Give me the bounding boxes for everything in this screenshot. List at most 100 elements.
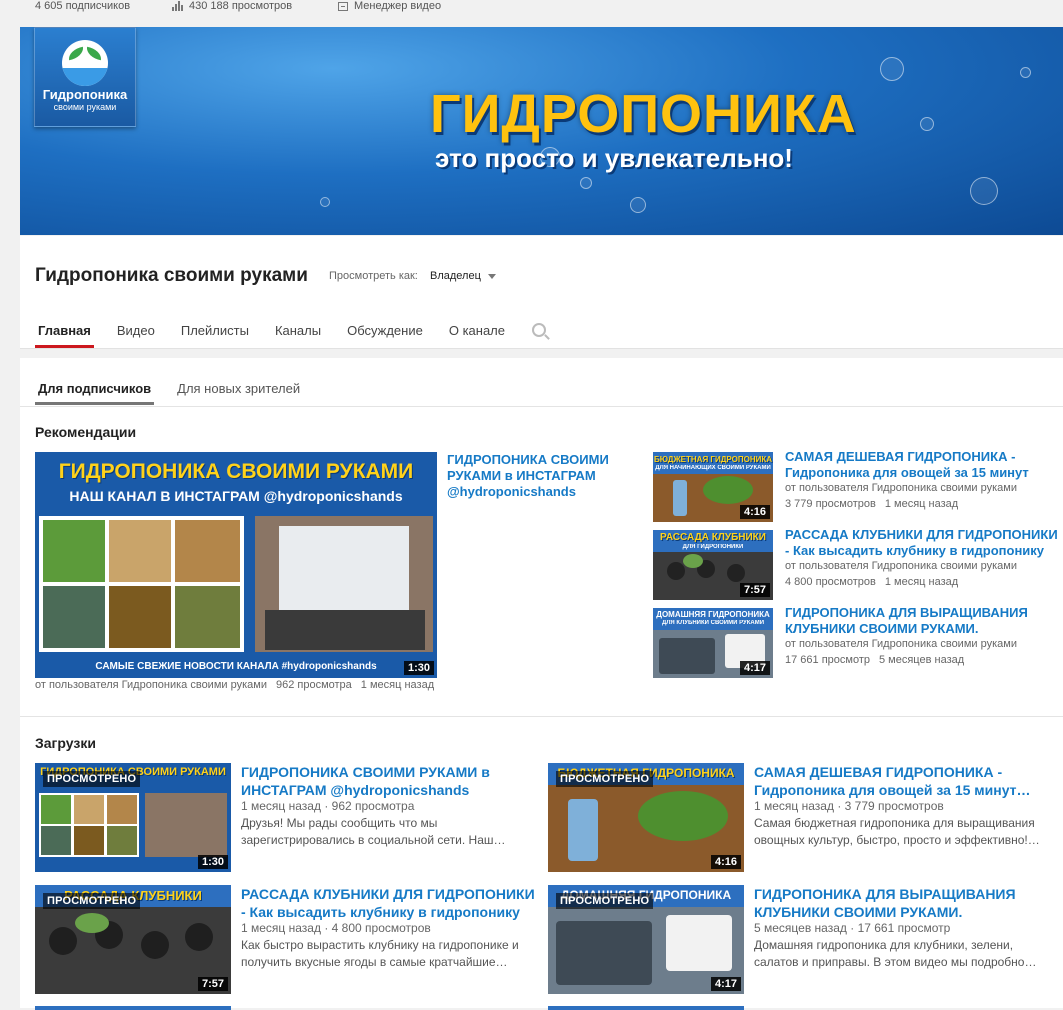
view-count-text: 430 188 просмотров <box>189 0 293 12</box>
banner-bubble <box>920 117 934 131</box>
view-as-dropdown[interactable]: Владелец <box>430 270 496 282</box>
video-description: Домашняя гидропоника для клубники, зелен… <box>754 938 1037 969</box>
thumb-bottom-text: САМЫЕ СВЕЖИЕ НОВОСТИ КАНАЛА #hydroponics… <box>95 661 377 672</box>
video-duration: 4:17 <box>739 661 770 675</box>
rec-video-title[interactable]: РАССАДА КЛУБНИКИ ДЛЯ ГИДРОПОНИКИ - Как в… <box>785 527 1063 559</box>
tab-about[interactable]: О канале <box>446 317 508 348</box>
video-age: 1 месяц назад <box>241 799 321 813</box>
tab-discussion[interactable]: Обсуждение <box>344 317 426 348</box>
featured-video-thumbnail[interactable]: ГИДРОПОНИКА СВОИМИ РУКАМИ НАШ КАНАЛ В ИН… <box>35 452 437 678</box>
logo-text-line1: Гидропоника <box>42 87 128 102</box>
search-icon[interactable] <box>532 323 546 337</box>
video-duration: 4:17 <box>710 977 741 991</box>
featured-video-meta: от пользователя Гидропоника своими рукам… <box>35 679 434 691</box>
banner-title: ГИДРОПОНИКА <box>430 84 857 144</box>
watched-badge: ПРОСМОТРЕНО <box>43 893 141 909</box>
tab-videos[interactable]: Видео <box>114 317 158 348</box>
thumb-title-text: ГИДРОПОНИКА СВОИМИ РУКАМИ <box>58 460 414 483</box>
upload-video-thumbnail[interactable]: БЮДЖЕТНАЯ ГИДРОПОНИКА ПРОСМОТРЕНО 4:16 <box>548 763 744 872</box>
channel-content: Для подписчиков Для новых зрителей Реком… <box>20 358 1063 1010</box>
video-manager-icon <box>338 1 348 11</box>
recommendations-title: Рекомендации <box>35 424 137 440</box>
video-age: 5 месяцев назад <box>879 654 965 666</box>
video-stats: 1 месяц назад · 4 800 просмотров <box>241 921 431 935</box>
video-manager-link[interactable]: Менеджер видео <box>338 0 441 12</box>
chevron-down-icon <box>487 273 496 279</box>
video-views: 3 779 просмотров <box>785 498 876 510</box>
subscriber-count-text: 4 605 подписчиков <box>35 0 131 12</box>
thumb-subtitle-text: НАШ КАНАЛ В ИНСТАГРАМ @hydroponicshands <box>69 488 403 504</box>
channel-stats-bar: 4 605 подписчиков 430 188 просмотров Мен… <box>0 0 1063 26</box>
video-age: 1 месяц назад <box>241 921 321 935</box>
thumb-photo-grid <box>39 793 139 857</box>
channel-header: Гидропоника своими руками Просмотреть ка… <box>20 236 1063 349</box>
rec-video-title[interactable]: ГИДРОПОНИКА ДЛЯ ВЫРАЩИВАНИЯ КЛУБНИКИ СВО… <box>785 605 1063 637</box>
rec-video-thumbnail[interactable]: ДОМАШНЯЯ ГИДРОПОНИКА ДЛЯ КЛУБНИКИ СВОИМИ… <box>653 608 773 678</box>
banner-bubble <box>580 177 592 189</box>
upload-video-thumbnail[interactable]: ГИДРОПОНИКА СВОИМИ РУКАМИ ПРОСМОТРЕНО 1:… <box>35 763 231 872</box>
rec-video-thumbnail[interactable]: РАССАДА КЛУБНИКИ ДЛЯ ГИДРОПОНИКИ 7:57 <box>653 530 773 600</box>
thumb-photo-grid <box>39 516 244 652</box>
thumb-subtitle-text: ДЛЯ ГИДРОПОНИКИ <box>682 544 744 550</box>
tab-for-subscribers[interactable]: Для подписчиков <box>35 378 155 405</box>
upload-video-thumbnail[interactable]: РАССАДА КЛУБНИКИ ПРОСМОТРЕНО 7:57 <box>35 885 231 994</box>
upload-video-thumbnail[interactable]: ДОМАШНЯЯ ГИДРОПОНИКА ПРОСМОТРЕНО 4:17 <box>548 885 744 994</box>
video-description: Друзья! Мы рады сообщить что мы зарегист… <box>241 816 506 847</box>
upload-video-thumbnail[interactable] <box>548 1006 744 1010</box>
banner-bubble <box>1020 67 1031 78</box>
video-duration: 4:16 <box>710 855 741 869</box>
banner-bubble <box>320 197 330 207</box>
video-views: 17 661 просмотр <box>857 921 951 935</box>
thumb-title-text: БЮДЖЕТНАЯ ГИДРОПОНИКА <box>653 455 773 464</box>
banner-bubble <box>630 197 646 213</box>
channel-logo[interactable]: Гидропоника своими руками <box>34 27 136 127</box>
audience-tabs: Для подписчиков Для новых зрителей <box>35 378 323 405</box>
video-description: Самая бюджетная гидропоника для выращива… <box>754 816 1040 847</box>
tab-for-new-viewers[interactable]: Для новых зрителей <box>174 378 303 405</box>
channel-name: Гидропоника своими руками <box>35 265 308 286</box>
rec-video-title[interactable]: САМАЯ ДЕШЕВАЯ ГИДРОПОНИКА - Гидропоника … <box>785 449 1063 481</box>
logo-text-line2: своими руками <box>53 102 117 112</box>
tab-channels[interactable]: Каналы <box>272 317 324 348</box>
video-age: 1 месяц назад <box>360 679 435 691</box>
rec-video-thumbnail[interactable]: БЮДЖЕТНАЯ ГИДРОПОНИКА ДЛЯ НАЧИНАЮЩИХ СВО… <box>653 452 773 522</box>
video-age: 1 месяц назад <box>884 576 959 588</box>
watched-badge: ПРОСМОТРЕНО <box>43 771 141 787</box>
video-views: 17 661 просмотр <box>785 654 870 666</box>
video-stats: 5 месяцев назад · 17 661 просмотр <box>754 921 951 935</box>
upload-video-title[interactable]: ГИДРОПОНИКА ДЛЯ ВЫРАЩИВАНИЯ КЛУБНИКИ СВО… <box>754 885 1034 921</box>
thumb-laptop-photo <box>145 793 227 857</box>
upload-video-title[interactable]: РАССАДА КЛУБНИКИ ДЛЯ ГИДРОПОНИКИ - Как в… <box>241 885 541 921</box>
view-count: 430 188 просмотров <box>172 0 292 12</box>
video-author: от пользователя Гидропоника своими рукам… <box>785 482 1017 494</box>
view-as-value: Владелец <box>430 270 481 282</box>
video-stats: 4 800 просмотров 1 месяц назад <box>785 576 958 588</box>
channel-tabs: Главная Видео Плейлисты Каналы Обсуждени… <box>35 317 546 348</box>
video-views: 3 779 просмотров <box>844 799 944 813</box>
divider <box>20 716 1063 717</box>
video-manager-label: Менеджер видео <box>354 0 442 12</box>
video-author: от пользователя Гидропоника своими рукам… <box>35 679 267 691</box>
video-age: 1 месяц назад <box>754 799 834 813</box>
video-author: от пользователя Гидропоника своими рукам… <box>785 638 1017 650</box>
video-age: 1 месяц назад <box>884 498 959 510</box>
video-stats: 1 месяц назад · 3 779 просмотров <box>754 799 944 813</box>
thumb-title-text: ДОМАШНЯЯ ГИДРОПОНИКА <box>656 610 770 619</box>
upload-video-title[interactable]: ГИДРОПОНИКА СВОИМИ РУКАМИ в ИНСТАГРАМ @h… <box>241 763 501 799</box>
views-chart-icon <box>172 1 183 11</box>
uploads-title: Загрузки <box>35 735 96 751</box>
view-as-label: Просмотреть как: <box>329 270 418 282</box>
video-duration: 7:57 <box>197 977 228 991</box>
upload-video-title[interactable]: САМАЯ ДЕШЕВАЯ ГИДРОПОНИКА - Гидропоника … <box>754 763 1044 799</box>
tab-playlists[interactable]: Плейлисты <box>178 317 252 348</box>
upload-video-thumbnail[interactable] <box>35 1006 231 1010</box>
featured-video-title[interactable]: ГИДРОПОНИКА СВОИМИ РУКАМИ в ИНСТАГРАМ @h… <box>447 452 627 500</box>
video-author: от пользователя Гидропоника своими рукам… <box>785 560 1017 572</box>
video-views: 4 800 просмотров <box>331 921 431 935</box>
video-stats: 3 779 просмотров 1 месяц назад <box>785 498 958 510</box>
watched-badge: ПРОСМОТРЕНО <box>556 893 654 909</box>
video-duration: 1:30 <box>197 855 228 869</box>
tab-home[interactable]: Главная <box>35 317 94 348</box>
thumb-subtitle-text: ДЛЯ КЛУБНИКИ СВОИМИ РУКАМИ <box>661 620 765 626</box>
video-views: 4 800 просмотров <box>785 576 876 588</box>
